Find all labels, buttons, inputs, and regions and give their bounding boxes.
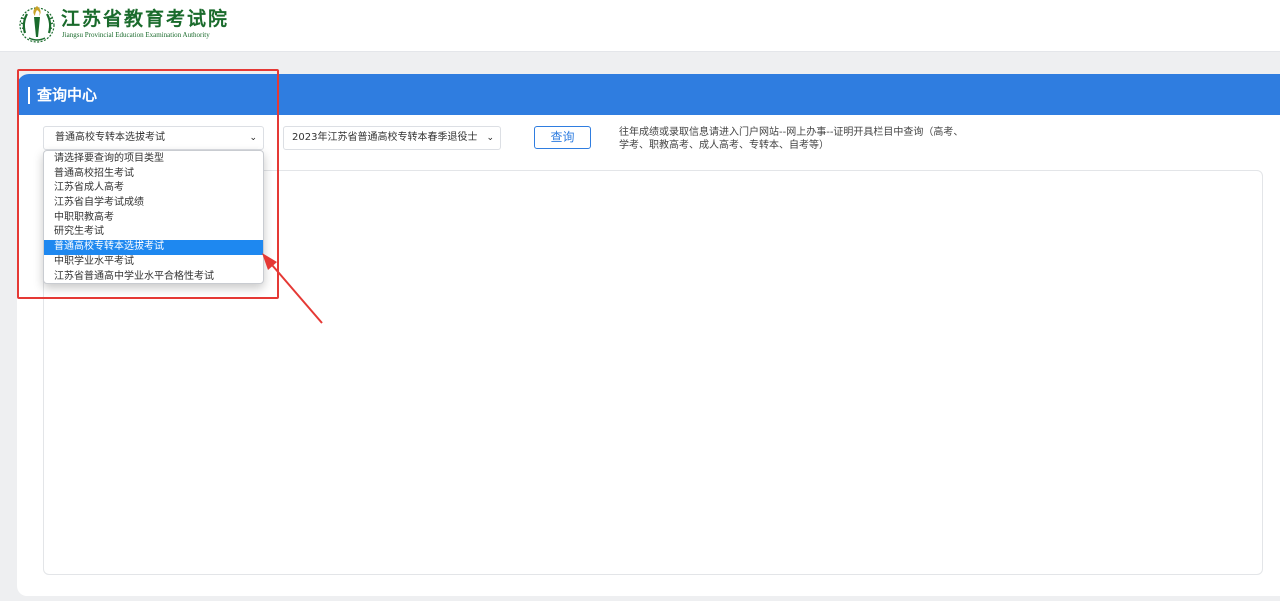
dropdown-option[interactable]: 中职职教高考 bbox=[44, 211, 263, 226]
dropdown-option[interactable]: 请选择要查询的项目类型 bbox=[44, 152, 263, 167]
query-tip-line-2: 学考、职教高考、成人高考、专转本、自考等） bbox=[619, 140, 829, 151]
panel-title-text: 查询中心 bbox=[37, 86, 98, 104]
exam-batch-value: 2023年江苏省普通高校专转本春季退役士 bbox=[292, 132, 478, 143]
dropdown-option[interactable]: 研究生考试 bbox=[44, 225, 263, 240]
torch-wreath-emblem-icon bbox=[19, 6, 55, 43]
exam-type-select[interactable]: 普通高校专转本选拔考试 ⌄ bbox=[43, 126, 264, 150]
query-button[interactable]: 查询 bbox=[534, 126, 591, 149]
exam-type-value: 普通高校专转本选拔考试 bbox=[55, 132, 165, 143]
chevron-down-icon: ⌄ bbox=[486, 133, 494, 143]
panel-title: 查询中心 bbox=[28, 85, 97, 105]
site-header: 江苏省教育考试院 Jiangsu Provincial Education Ex… bbox=[0, 0, 1280, 52]
panel-header: 查询中心 bbox=[17, 74, 1280, 115]
exam-batch-select[interactable]: 2023年江苏省普通高校专转本春季退役士 ⌄ bbox=[283, 126, 501, 150]
dropdown-option-selected[interactable]: 普通高校专转本选拔考试 bbox=[44, 240, 263, 255]
logo-subtitle: Jiangsu Provincial Education Examination… bbox=[62, 31, 210, 39]
query-tip-line-1: 往年成绩或录取信息请进入门户网站--网上办事--证明开具栏目中查询（高考、 bbox=[619, 127, 964, 138]
dropdown-option[interactable]: 江苏省普通高中学业水平合格性考试 bbox=[44, 270, 263, 284]
query-tip: 往年成绩或录取信息请进入门户网站--网上办事--证明开具栏目中查询（高考、 学考… bbox=[619, 126, 1009, 152]
dropdown-option[interactable]: 普通高校招生考试 bbox=[44, 167, 263, 182]
exam-type-dropdown[interactable]: 请选择要查询的项目类型 普通高校招生考试 江苏省成人高考 江苏省自学考试成绩 中… bbox=[43, 150, 264, 284]
logo-title: 江苏省教育考试院 bbox=[61, 8, 230, 30]
dropdown-option[interactable]: 江苏省自学考试成绩 bbox=[44, 196, 263, 211]
chevron-down-icon: ⌄ bbox=[249, 133, 257, 143]
title-bar-accent bbox=[28, 86, 30, 104]
dropdown-option[interactable]: 中职学业水平考试 bbox=[44, 255, 263, 270]
dropdown-option[interactable]: 江苏省成人高考 bbox=[44, 181, 263, 196]
